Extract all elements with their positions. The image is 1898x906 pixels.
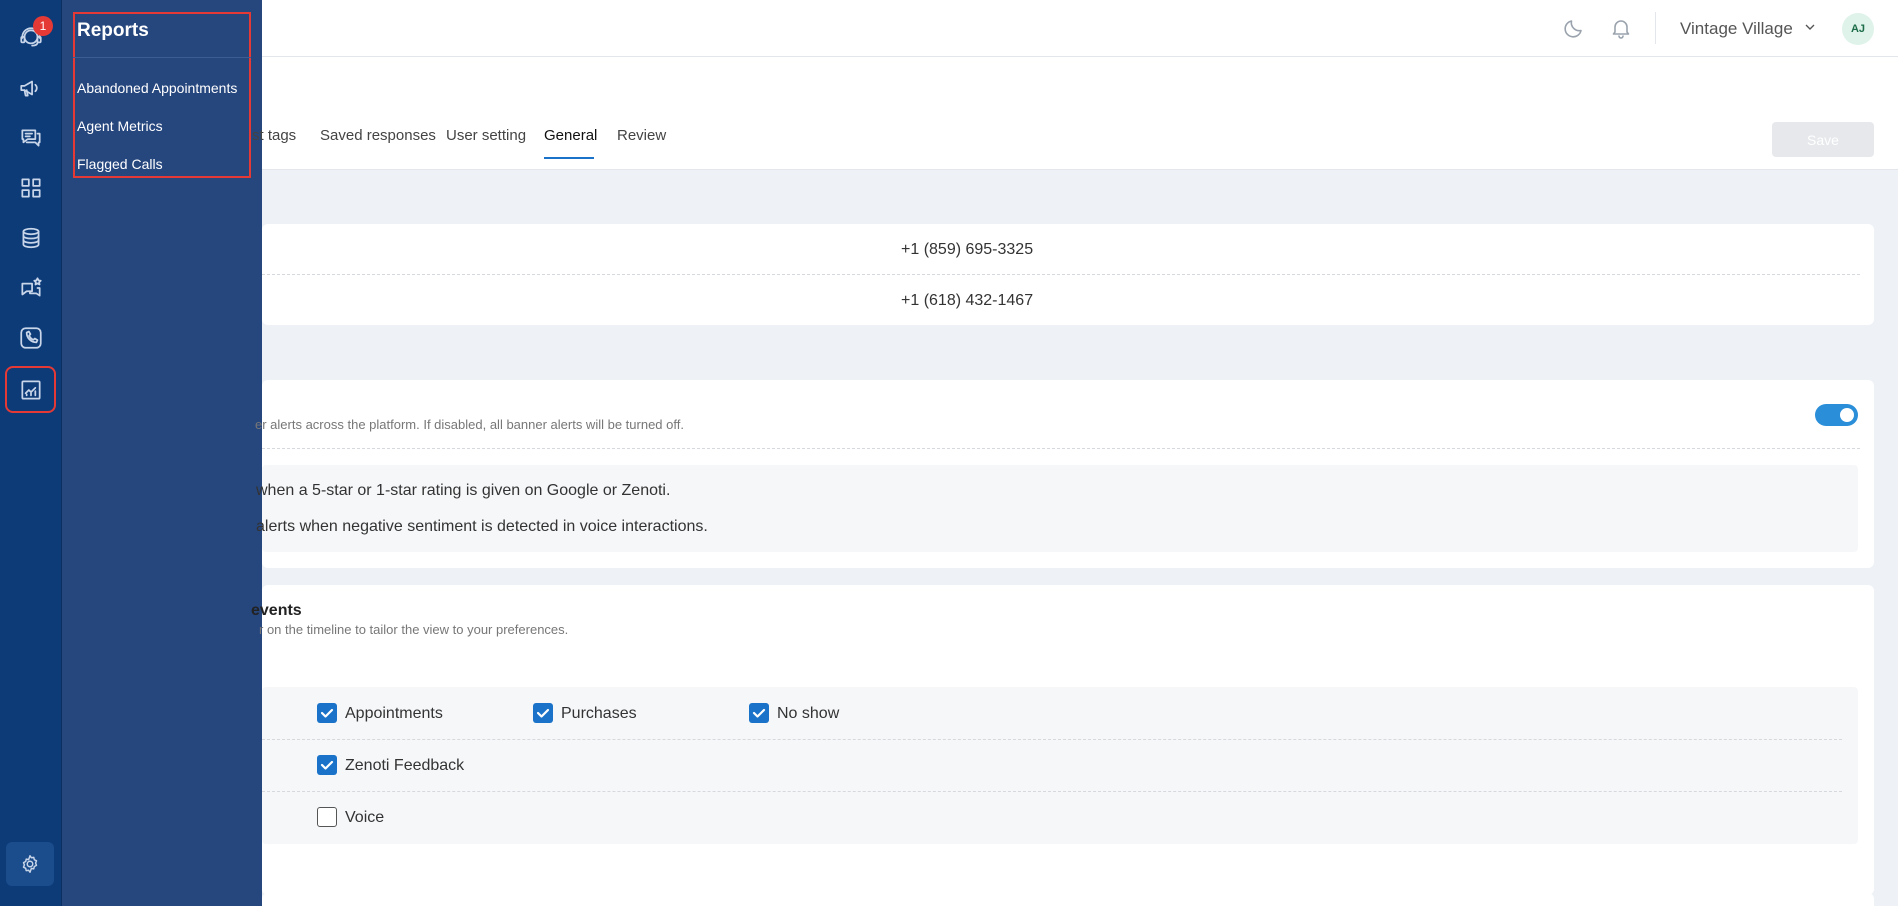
check-icon <box>320 760 334 770</box>
flyout-item-flagged-calls[interactable]: Flagged Calls <box>77 156 163 172</box>
bell-icon[interactable] <box>1609 16 1633 40</box>
tab-review[interactable]: Review <box>617 127 666 144</box>
appointments-checkbox[interactable] <box>317 703 337 723</box>
timeline-events-card: events r on the timeline to tailor the v… <box>251 585 1874 895</box>
appointments-label: Appointments <box>345 705 443 722</box>
tab-contact-tags[interactable]: st tags <box>252 127 296 144</box>
alerts-list: when a 5-star or 1-star rating is given … <box>256 465 1858 552</box>
check-icon <box>752 708 766 718</box>
flyout-item-agent-metrics[interactable]: Agent Metrics <box>77 118 163 134</box>
save-button[interactable]: Save <box>1772 122 1874 157</box>
chat-star-icon[interactable] <box>11 268 51 308</box>
purchases-label: Purchases <box>561 705 637 722</box>
moon-icon[interactable] <box>1562 16 1586 40</box>
zenoti-feedback-label: Zenoti Feedback <box>345 757 465 774</box>
tab-saved-responses[interactable]: Saved responses <box>320 127 436 144</box>
row-divider <box>262 791 1842 792</box>
org-selector[interactable]: Vintage Village <box>1680 19 1793 39</box>
row-divider <box>262 739 1842 740</box>
notification-badge: 1 <box>33 16 53 36</box>
voice-checkbox[interactable] <box>317 807 337 827</box>
settings-icon[interactable] <box>6 842 54 886</box>
phone-icon[interactable] <box>11 318 51 358</box>
reports-icon[interactable] <box>5 366 56 413</box>
row-divider <box>262 448 1860 449</box>
phone-number-2: +1 (618) 432-1467 <box>901 292 1034 309</box>
avatar[interactable]: AJ <box>1842 13 1874 45</box>
phone-number-1: +1 (859) 695-3325 <box>901 241 1034 258</box>
zenoti-feedback-checkbox[interactable] <box>317 755 337 775</box>
no-show-label: No show <box>777 705 840 722</box>
sentiment-alert-text: alerts when negative sentiment is detect… <box>256 518 708 535</box>
active-tab-indicator <box>544 157 594 159</box>
check-icon <box>536 708 550 718</box>
numbers-card: +1 (859) 695-3325 +1 (618) 432-1467 <box>262 224 1874 325</box>
tab-user-setting[interactable]: User setting <box>446 127 526 144</box>
megaphone-icon[interactable] <box>11 68 51 108</box>
timeline-options: Appointments Purchases No show Zenoti Fe… <box>262 687 1858 844</box>
banner-alerts-toggle[interactable] <box>1815 404 1858 426</box>
top-header: Vintage Village AJ <box>262 0 1898 57</box>
timeline-events-title: events <box>251 602 302 619</box>
chat-bubbles-icon[interactable] <box>11 118 51 158</box>
purchases-checkbox[interactable] <box>533 703 553 723</box>
database-icon[interactable] <box>11 218 51 258</box>
tab-general[interactable]: General <box>544 127 597 144</box>
flyout-divider <box>73 57 251 58</box>
rating-alert-text: when a 5-star or 1-star rating is given … <box>256 482 671 499</box>
next-card <box>262 893 1874 906</box>
icon-rail: 1 <box>0 0 62 906</box>
dashboard-icon[interactable] <box>11 168 51 208</box>
banner-alerts-description: er alerts across the platform. If disabl… <box>255 417 684 432</box>
chevron-down-icon[interactable] <box>1802 19 1818 35</box>
voice-label: Voice <box>345 809 385 826</box>
reports-flyout: Reports Abandoned Appointments Agent Met… <box>62 0 262 906</box>
flyout-title: Reports <box>77 20 149 41</box>
header-divider <box>1655 12 1656 44</box>
timeline-events-description: r on the timeline to tailor the view to … <box>259 622 569 637</box>
flyout-item-abandoned-appointments[interactable]: Abandoned Appointments <box>77 80 237 96</box>
settings-tabs: st tags Saved responses User setting Gen… <box>252 57 1898 170</box>
alerts-card: er alerts across the platform. If disabl… <box>255 380 1874 568</box>
check-icon <box>320 708 334 718</box>
no-show-checkbox[interactable] <box>749 703 769 723</box>
row-divider <box>262 274 1860 275</box>
